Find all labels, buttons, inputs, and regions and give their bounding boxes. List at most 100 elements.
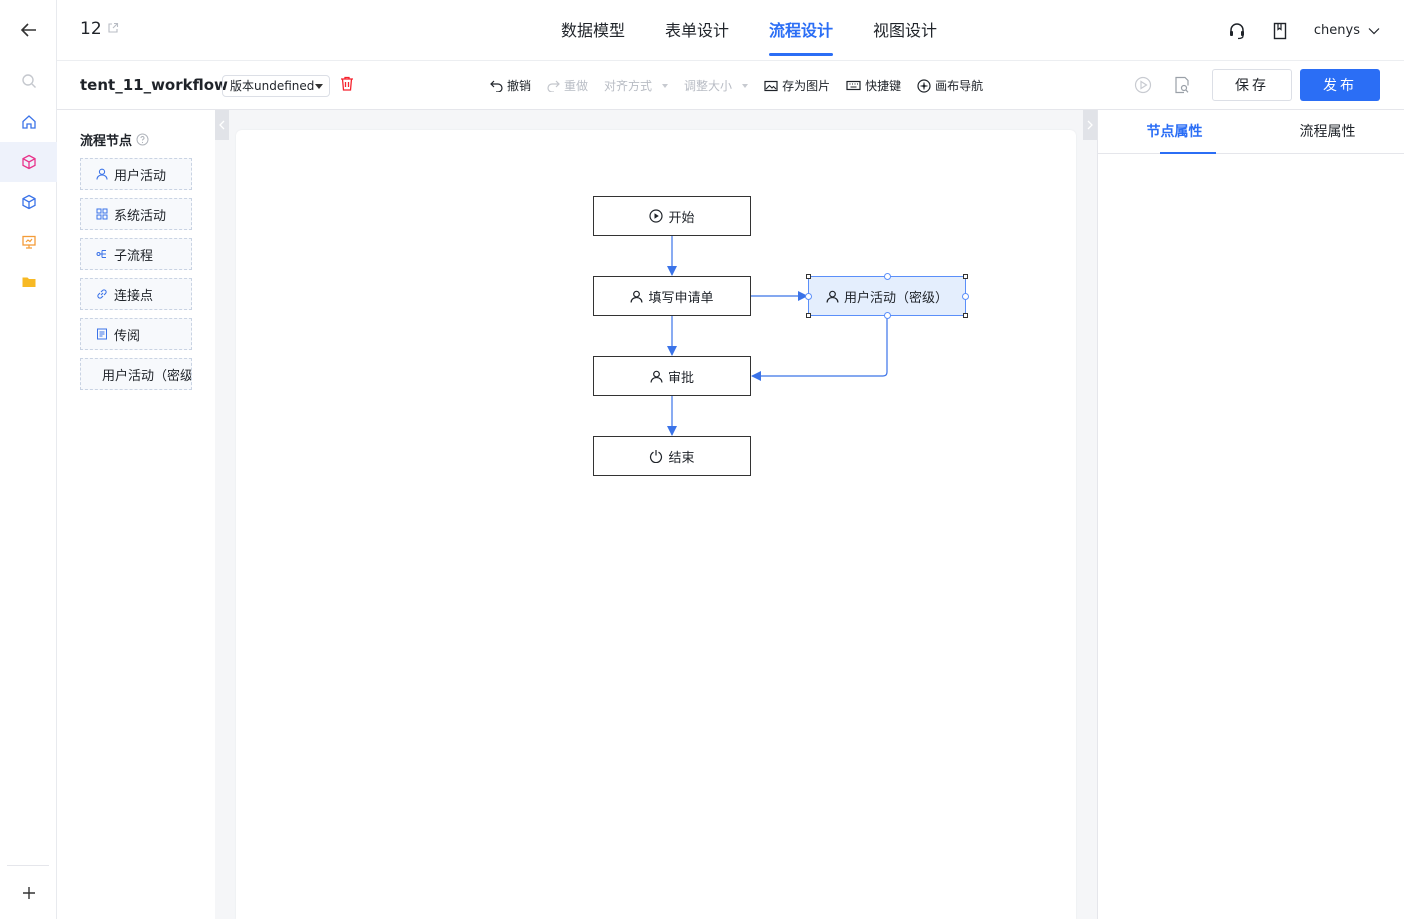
- save-image-label: 存为图片: [782, 79, 831, 93]
- resize-handle[interactable]: [963, 274, 968, 279]
- run-preview-icon[interactable]: [1134, 76, 1152, 94]
- app-number: 12: [80, 19, 102, 39]
- tab-flow-design[interactable]: 流程设计: [749, 0, 853, 61]
- palette-item-user-activity[interactable]: 用户活动: [80, 158, 192, 190]
- canvas-nav-label: 画布导航: [935, 79, 984, 93]
- tab-view-design[interactable]: 视图设计: [853, 0, 957, 61]
- rail-presentation-button[interactable]: [0, 222, 57, 262]
- palette-item-label: 系统活动: [114, 208, 167, 224]
- rail-folder-button[interactable]: [0, 262, 57, 302]
- tab-node-properties[interactable]: 节点属性: [1098, 110, 1251, 154]
- caret-down-icon: [315, 84, 323, 89]
- flow-canvas[interactable]: 开始 填写申请单 用户活动（密级） 审批 结束: [236, 130, 1076, 919]
- flow-node-fill-application[interactable]: 填写申请单: [593, 276, 751, 316]
- palette-item-user-activity-secret[interactable]: 用户活动（密级）: [80, 358, 192, 390]
- undo-icon: [490, 80, 503, 92]
- power-icon: [650, 450, 663, 463]
- support-headset-icon[interactable]: [1228, 22, 1246, 40]
- save-image-button[interactable]: 存为图片: [764, 77, 830, 94]
- canvas-nav-button[interactable]: 画布导航: [917, 77, 983, 94]
- resize-handle[interactable]: [806, 313, 811, 318]
- tab-flow-properties[interactable]: 流程属性: [1251, 110, 1404, 153]
- file-search-icon[interactable]: [1174, 76, 1190, 94]
- flow-node-approve[interactable]: 审批: [593, 356, 751, 396]
- header-actions: chenys: [1228, 0, 1380, 61]
- properties-panel: 节点属性 流程属性: [1097, 110, 1404, 919]
- palette-item-label: 用户活动: [114, 168, 167, 184]
- palette-item-label: 传阅: [114, 328, 141, 344]
- palette-item-connector[interactable]: 连接点: [80, 278, 192, 310]
- redo-button[interactable]: 重做: [547, 77, 588, 94]
- connection-port-top[interactable]: [884, 273, 891, 280]
- external-link-icon[interactable]: [107, 22, 119, 34]
- edge-user-activity-to-approve[interactable]: [751, 316, 888, 381]
- home-icon: [21, 115, 36, 129]
- user-icon: [826, 290, 839, 303]
- publish-button[interactable]: 发布: [1300, 69, 1380, 101]
- user-icon: [650, 370, 663, 383]
- canvas-area: 开始 填写申请单 用户活动（密级） 审批 结束: [215, 110, 1097, 919]
- shortcuts-label: 快捷键: [865, 79, 902, 93]
- align-dropdown[interactable]: 对齐方式: [604, 77, 669, 94]
- connection-port-right[interactable]: [962, 293, 969, 300]
- node-label: 结束: [668, 450, 695, 466]
- version-select[interactable]: 版本undefined: [222, 75, 330, 97]
- image-icon: [764, 80, 778, 91]
- toolbar-icon-group: [1134, 76, 1190, 94]
- flow-node-start[interactable]: 开始: [593, 196, 751, 236]
- node-palette: 流程节点 用户活动 系统活动 子流程 连接点 传阅 用户活动（密级）: [57, 110, 215, 919]
- trash-icon[interactable]: [340, 76, 354, 91]
- connection-port-left[interactable]: [805, 293, 812, 300]
- rail-home-button[interactable]: [0, 102, 57, 142]
- user-menu[interactable]: chenys: [1314, 23, 1380, 38]
- shortcuts-button[interactable]: 快捷键: [846, 77, 901, 94]
- save-button[interactable]: 保存: [1212, 69, 1292, 101]
- palette-item-label: 用户活动（密级）: [102, 368, 192, 384]
- play-circle-icon: [649, 209, 664, 223]
- connection-port-bottom[interactable]: [884, 312, 891, 319]
- flow-node-end[interactable]: 结束: [593, 436, 751, 476]
- flow-node-user-activity-secret[interactable]: 用户活动（密级）: [805, 273, 969, 319]
- toolbar-actions: 保存 发布: [1134, 69, 1380, 101]
- collapse-left-button[interactable]: [215, 110, 229, 140]
- search-icon: [21, 74, 36, 88]
- user-icon: [630, 290, 643, 303]
- arrow-left-icon: [20, 23, 36, 37]
- palette-title: 流程节点: [80, 130, 149, 149]
- palette-item-subprocess[interactable]: 子流程: [80, 238, 192, 270]
- rail-divider: [7, 865, 49, 866]
- palette-item-circulate[interactable]: 传阅: [80, 318, 192, 350]
- user-icon: [96, 168, 108, 180]
- grid-icon: [96, 208, 108, 220]
- rail-app-button[interactable]: [0, 142, 57, 182]
- workflow-name: tent_11_workflow: [80, 76, 228, 94]
- rail-add-button[interactable]: [0, 873, 57, 913]
- version-value: 版本undefined: [230, 79, 315, 93]
- link-icon: [97, 289, 107, 299]
- undo-button[interactable]: 撤销: [490, 77, 531, 94]
- document-icon: [97, 328, 107, 340]
- caret-down-icon: [742, 83, 749, 88]
- resize-dropdown[interactable]: 调整大小: [684, 77, 749, 94]
- resize-handle[interactable]: [806, 274, 811, 279]
- subprocess-icon: [96, 250, 106, 258]
- resize-label: 调整大小: [684, 79, 733, 93]
- collapse-right-button[interactable]: [1083, 110, 1097, 140]
- resize-handle[interactable]: [963, 313, 968, 318]
- chevron-down-icon: [1368, 27, 1380, 34]
- box-icon: [21, 194, 36, 210]
- book-icon[interactable]: [1272, 22, 1288, 40]
- tab-data-model[interactable]: 数据模型: [541, 0, 645, 61]
- help-circle-icon[interactable]: [136, 133, 149, 146]
- design-tabs: 数据模型 表单设计 流程设计 视图设计: [541, 0, 957, 61]
- node-label: 用户活动（密级）: [843, 290, 948, 306]
- tab-form-design[interactable]: 表单设计: [645, 0, 749, 61]
- palette-item-system-activity[interactable]: 系统活动: [80, 198, 192, 230]
- undo-label: 撤销: [507, 79, 532, 93]
- palette-item-label: 子流程: [114, 248, 154, 264]
- rail-components-button[interactable]: [0, 182, 57, 222]
- workflow-toolbar: tent_11_workflow 版本undefined 撤销 重做 对齐方式 …: [57, 61, 1404, 110]
- back-button[interactable]: [0, 10, 57, 50]
- rail-search-button[interactable]: [0, 61, 57, 101]
- user-name: chenys: [1313, 23, 1360, 38]
